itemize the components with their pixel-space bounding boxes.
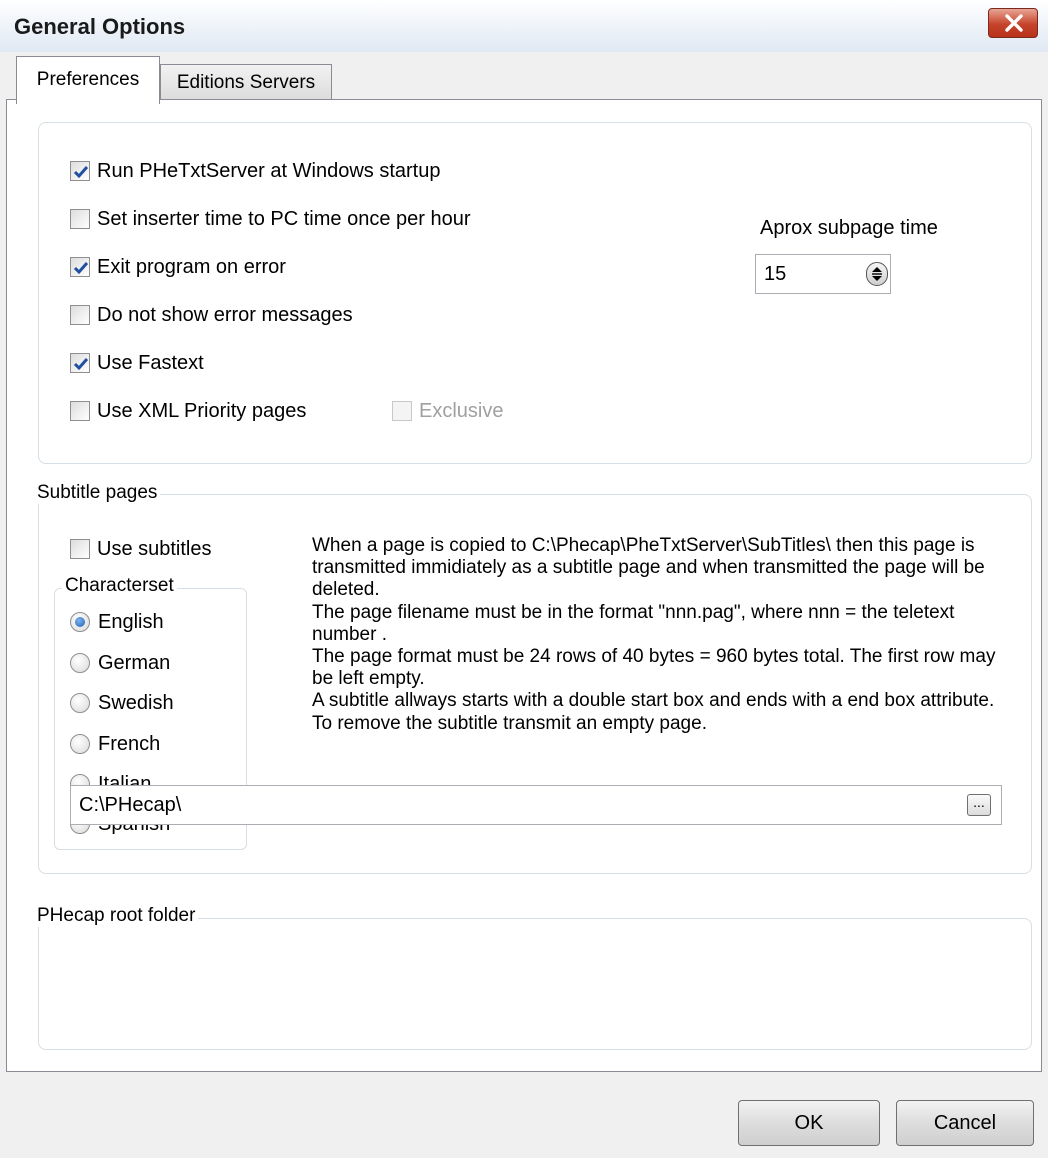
- charset-english-label: English: [98, 610, 164, 633]
- tab-preferences[interactable]: Preferences: [16, 56, 160, 104]
- up-down-arrows-icon: [872, 267, 882, 281]
- charset-swedish-option[interactable]: Swedish: [70, 690, 174, 716]
- window-title: General Options: [14, 14, 186, 39]
- subtitle-description-paragraph: A subtitle allways starts with a double …: [312, 690, 995, 734]
- subpage-time-spinner[interactable]: 15: [755, 254, 891, 294]
- tab-editions-servers-label: Editions Servers: [176, 72, 316, 93]
- root-folder-input[interactable]: C:\PHecap\ ...: [70, 785, 1002, 825]
- charset-swedish-radio[interactable]: [70, 693, 90, 713]
- subpage-time-spin-button[interactable]: [866, 262, 888, 286]
- use-fastext-option[interactable]: Use Fastext: [70, 350, 204, 376]
- use-subtitles-label: Use subtitles: [97, 537, 212, 560]
- title-bar: General Options: [0, 0, 1048, 52]
- charset-french-label: French: [98, 732, 161, 755]
- use-xml-priority-label: Use XML Priority pages: [97, 399, 307, 422]
- hide-errors-label: Do not show error messages: [97, 303, 353, 326]
- charset-french-radio[interactable]: [70, 734, 90, 754]
- set-inserter-time-label: Set inserter time to PC time once per ho…: [97, 207, 471, 230]
- set-inserter-time-checkbox[interactable]: [70, 209, 90, 229]
- use-xml-priority-checkbox[interactable]: [70, 401, 90, 421]
- charset-german-label: German: [98, 651, 171, 674]
- subtitle-description: When a page is copied to C:\Phecap\PheTx…: [312, 535, 1012, 735]
- run-at-startup-label: Run PHeTxtServer at Windows startup: [97, 159, 441, 182]
- exit-on-error-checkbox[interactable]: [70, 257, 90, 277]
- cancel-button[interactable]: Cancel: [896, 1100, 1034, 1146]
- root-folder-value: C:\PHecap\: [79, 794, 182, 816]
- use-xml-priority-option[interactable]: Use XML Priority pages: [70, 398, 306, 424]
- hide-errors-checkbox[interactable]: [70, 305, 90, 325]
- close-icon: [1005, 14, 1023, 32]
- run-at-startup-option[interactable]: Run PHeTxtServer at Windows startup: [70, 158, 440, 184]
- subpage-time-label: Aprox subpage time: [760, 217, 938, 239]
- use-subtitles-checkbox[interactable]: [70, 539, 90, 559]
- exclusive-label: Exclusive: [419, 399, 504, 422]
- tab-preferences-label: Preferences: [36, 69, 140, 90]
- hide-errors-option[interactable]: Do not show error messages: [70, 302, 353, 328]
- use-fastext-checkbox[interactable]: [70, 353, 90, 373]
- charset-french-option[interactable]: French: [70, 731, 160, 757]
- checkmark-icon: [73, 262, 89, 275]
- exit-on-error-label: Exit program on error: [97, 255, 286, 278]
- ok-button[interactable]: OK: [738, 1100, 880, 1146]
- run-at-startup-checkbox[interactable]: [70, 161, 90, 181]
- charset-swedish-label: Swedish: [98, 691, 174, 714]
- close-button[interactable]: [988, 8, 1038, 38]
- set-inserter-time-option[interactable]: Set inserter time to PC time once per ho…: [70, 206, 471, 232]
- checkmark-icon: [73, 358, 89, 371]
- use-subtitles-option[interactable]: Use subtitles: [70, 536, 212, 562]
- general-options-dialog: General Options Preferences Editions Ser…: [0, 0, 1048, 1158]
- subtitle-description-paragraph: The page filename must be in the format …: [312, 601, 955, 645]
- exclusive-checkbox: [392, 401, 412, 421]
- tab-editions-servers[interactable]: Editions Servers: [160, 64, 332, 100]
- use-fastext-label: Use Fastext: [97, 351, 204, 374]
- characterset-legend: Characterset: [62, 575, 177, 597]
- charset-german-radio[interactable]: [70, 653, 90, 673]
- charset-english-radio[interactable]: [70, 612, 90, 632]
- charset-english-option[interactable]: English: [70, 609, 164, 635]
- browse-folder-button[interactable]: ...: [967, 794, 991, 816]
- subtitle-description-paragraph: When a page is copied to C:\Phecap\PheTx…: [312, 535, 985, 601]
- root-folder-legend: PHecap root folder: [34, 905, 199, 927]
- exclusive-option: Exclusive: [392, 398, 503, 424]
- exit-on-error-option[interactable]: Exit program on error: [70, 254, 286, 280]
- subtitle-pages-legend: Subtitle pages: [34, 482, 161, 504]
- checkmark-icon: [73, 166, 89, 179]
- root-folder-group: [38, 918, 1032, 1050]
- charset-german-option[interactable]: German: [70, 650, 170, 676]
- subtitle-description-paragraph: The page format must be 24 rows of 40 by…: [312, 646, 996, 690]
- subpage-time-value: 15: [764, 263, 787, 285]
